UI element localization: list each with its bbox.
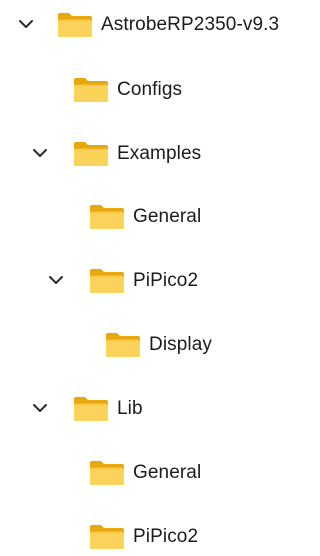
tree-item-general[interactable]: General (0, 196, 313, 236)
folder-icon (90, 269, 124, 293)
tree-item-label: General (133, 206, 202, 227)
chevron-down-icon[interactable] (17, 15, 35, 33)
tree-item-label: AstrobeRP2350-v9.3 (101, 14, 280, 35)
tree-item-astroberp2350[interactable]: AstrobeRP2350-v9.3 (0, 4, 313, 44)
tree-item-examples[interactable]: Examples (0, 133, 313, 173)
folder-icon (74, 397, 108, 421)
tree-item-display[interactable]: Display (0, 324, 313, 364)
tree-item-label: General (133, 462, 202, 483)
folder-icon (90, 525, 124, 549)
tree-item-label: Examples (117, 143, 202, 164)
tree-item-lib[interactable]: Lib (0, 388, 313, 428)
chevron-down-icon[interactable] (31, 399, 49, 417)
folder-icon (58, 13, 92, 37)
tree-item-lib-general[interactable]: General (0, 452, 313, 492)
tree-item-configs[interactable]: Configs (0, 69, 313, 109)
folder-icon (74, 142, 108, 166)
tree-item-label: Display (149, 334, 212, 355)
tree-item-label: PiPico2 (133, 526, 199, 547)
chevron-down-icon[interactable] (47, 271, 65, 289)
tree-item-label: Configs (117, 79, 183, 100)
tree-item-label: Lib (117, 398, 143, 419)
tree-item-pipico2[interactable]: PiPico2 (0, 260, 313, 300)
tree-item-label: PiPico2 (133, 270, 199, 291)
folder-tree: AstrobeRP2350-v9.3 Configs Examples Gene… (0, 0, 313, 549)
folder-icon (90, 205, 124, 229)
folder-icon (90, 461, 124, 485)
folder-icon (106, 333, 140, 357)
folder-icon (74, 78, 108, 102)
chevron-down-icon[interactable] (31, 144, 49, 162)
tree-item-lib-pipico2[interactable]: PiPico2 (0, 516, 313, 556)
